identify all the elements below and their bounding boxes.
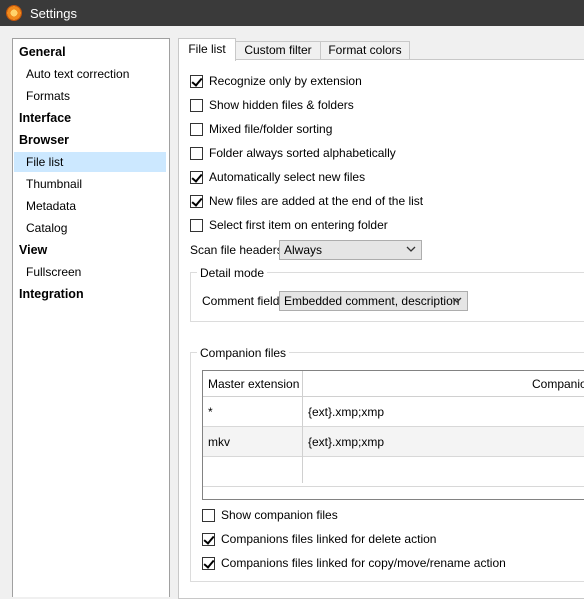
detail-mode-title: Detail mode [197,266,268,280]
tree-item-auto-text-correction[interactable]: Auto text correction [14,64,166,84]
checkbox-box [202,556,215,570]
companion-files-title: Companion files [197,346,290,360]
tree-item-thumbnail[interactable]: Thumbnail [14,174,166,194]
checkbox-box [190,170,203,184]
folder-sorted-alpha-checkbox[interactable]: Folder always sorted alphabetically [190,145,396,161]
table-row[interactable] [203,457,584,487]
comment-field-dropdown[interactable]: Embedded comment, description [279,291,468,311]
recognize-by-extension-checkbox[interactable]: Recognize only by extension [190,73,362,89]
new-files-at-end-checkbox[interactable]: New files are added at the end of the li… [190,193,423,209]
tree-item-interface[interactable]: Interface [14,108,166,128]
tree-item-metadata[interactable]: Metadata [14,196,166,216]
tab-custom-filter[interactable]: Custom filter [235,41,321,60]
chevron-down-icon [452,297,462,303]
checkbox-box [190,98,203,112]
scan-file-headers-dropdown[interactable]: Always [279,240,422,260]
select-first-item-checkbox[interactable]: Select first item on entering folder [190,217,388,233]
companions-linked-delete-checkbox[interactable]: Companions files linked for delete actio… [202,531,436,547]
column-divider [302,371,303,483]
tab-file-list[interactable]: File list [178,38,236,61]
checkbox-box [190,194,203,208]
comment-field-label: Comment field [202,294,280,308]
mixed-sorting-checkbox[interactable]: Mixed file/folder sorting [190,121,332,137]
checkbox-box [190,74,203,88]
checkbox-box [202,532,215,546]
scan-file-headers-label: Scan file headers [190,243,283,257]
column-header-master-extension[interactable]: Master extension [204,371,302,396]
chevron-down-icon [406,246,416,252]
table-row[interactable]: * {ext}.xmp;xmp [203,397,584,427]
checkbox-box [202,508,215,522]
title-bar: Settings [0,0,584,26]
auto-select-new-files-checkbox[interactable]: Automatically select new files [190,169,365,185]
table-header: Master extension Companion [203,371,584,397]
tab-format-colors[interactable]: Format colors [320,41,410,60]
app-logo-icon [6,5,22,21]
checkbox-box [190,218,203,232]
companions-linked-copy-move-checkbox[interactable]: Companions files linked for copy/move/re… [202,555,506,571]
checkbox-box [190,122,203,136]
table-row[interactable]: mkv {ext}.xmp;xmp [203,427,584,457]
checkbox-box [190,146,203,160]
tree-item-formats[interactable]: Formats [14,86,166,106]
settings-category-tree: General Auto text correction Formats Int… [12,38,170,597]
show-hidden-files-checkbox[interactable]: Show hidden files & folders [190,97,354,113]
tree-item-integration[interactable]: Integration [14,284,166,304]
tree-item-fullscreen[interactable]: Fullscreen [14,262,166,282]
tree-item-view[interactable]: View [14,240,166,260]
tree-item-file-list[interactable]: File list [14,152,166,172]
companion-files-table[interactable]: Master extension Companion * {ext}.xmp;x… [202,370,584,500]
column-header-companion[interactable]: Companion [528,371,584,396]
tree-item-browser[interactable]: Browser [14,130,166,150]
file-list-panel: Recognize only by extension Show hidden … [178,59,584,599]
tree-item-general[interactable]: General [14,42,166,62]
window-title: Settings [30,5,77,21]
show-companion-files-checkbox[interactable]: Show companion files [202,507,338,523]
tree-item-catalog[interactable]: Catalog [14,218,166,238]
